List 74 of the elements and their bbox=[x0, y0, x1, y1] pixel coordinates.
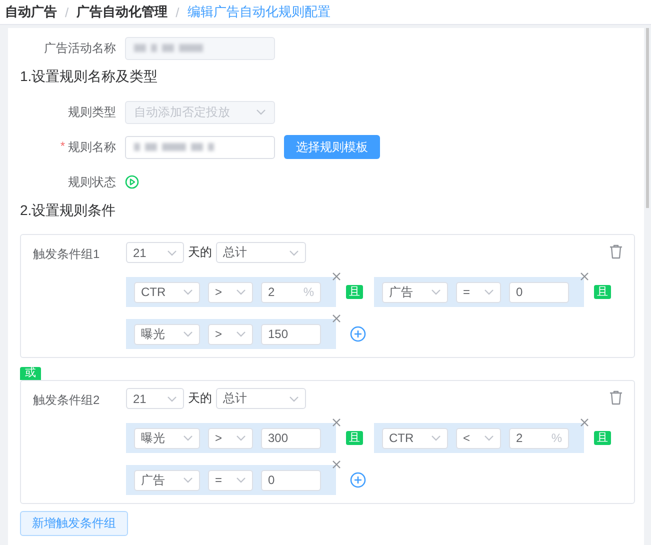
scrollbar-thumb[interactable] bbox=[646, 28, 649, 208]
caret-icon bbox=[236, 331, 246, 337]
add-icon[interactable] bbox=[350, 326, 366, 342]
value-field[interactable]: 2 % bbox=[261, 282, 321, 302]
caret-icon bbox=[431, 435, 441, 441]
close-icon[interactable] bbox=[332, 418, 341, 427]
operator-select[interactable]: > bbox=[208, 324, 253, 344]
value-field[interactable]: 300 bbox=[261, 428, 321, 448]
play-icon[interactable] bbox=[125, 175, 139, 189]
field-label: 规则类型 bbox=[67, 104, 116, 120]
operator-select[interactable]: = bbox=[456, 282, 501, 302]
metric-select[interactable]: 广告 bbox=[134, 470, 200, 490]
value-field[interactable]: 2 % bbox=[509, 428, 569, 448]
section-heading: 2.设置规则条件 bbox=[20, 202, 117, 220]
value-field[interactable]: 0 bbox=[509, 282, 569, 302]
operator-select[interactable]: > bbox=[208, 282, 253, 302]
caret-icon bbox=[256, 109, 266, 115]
period-select[interactable]: 总计 bbox=[216, 388, 306, 409]
campaign-name-field[interactable] bbox=[125, 36, 275, 60]
operator-select[interactable]: = bbox=[208, 470, 253, 490]
close-icon[interactable] bbox=[332, 314, 341, 323]
close-icon[interactable] bbox=[332, 272, 341, 281]
metric-select[interactable]: CTR bbox=[382, 428, 448, 448]
caret-icon bbox=[183, 477, 193, 483]
close-icon[interactable] bbox=[332, 460, 341, 469]
days-suffix: 天的 bbox=[188, 390, 212, 407]
breadcrumb-separator: / bbox=[65, 4, 69, 20]
group-label: 触发条件组2 bbox=[33, 392, 101, 409]
operator-select[interactable]: < bbox=[456, 428, 501, 448]
days-select[interactable]: 21 bbox=[126, 242, 184, 263]
breadcrumb-item[interactable]: 广告自动化管理 bbox=[76, 3, 168, 21]
and-badge: 且 bbox=[594, 285, 611, 299]
caret-icon bbox=[167, 396, 177, 402]
group-label: 触发条件组1 bbox=[33, 246, 101, 263]
trash-icon[interactable] bbox=[609, 390, 623, 405]
breadcrumb-item[interactable]: 自动广告 bbox=[5, 3, 57, 21]
caret-icon bbox=[431, 289, 441, 295]
field-label: 广告活动名称 bbox=[43, 40, 116, 56]
and-badge: 且 bbox=[594, 431, 611, 445]
and-badge: 且 bbox=[346, 431, 363, 445]
close-icon[interactable] bbox=[580, 418, 589, 427]
blurred-text bbox=[134, 44, 203, 52]
metric-select[interactable]: 曝光 bbox=[134, 324, 200, 344]
breadcrumb-separator: / bbox=[176, 4, 180, 20]
caret-icon bbox=[236, 435, 246, 441]
or-badge: 或 bbox=[20, 367, 41, 380]
metric-select[interactable]: 曝光 bbox=[134, 428, 200, 448]
rule-name-field[interactable] bbox=[125, 136, 275, 158]
period-select[interactable]: 总计 bbox=[216, 242, 306, 263]
caret-icon bbox=[236, 477, 246, 483]
close-icon[interactable] bbox=[580, 272, 589, 281]
caret-icon bbox=[236, 289, 246, 295]
caret-icon bbox=[289, 396, 299, 402]
caret-icon bbox=[183, 331, 193, 337]
and-badge: 且 bbox=[346, 285, 363, 299]
caret-icon bbox=[167, 250, 177, 256]
days-select[interactable]: 21 bbox=[126, 388, 184, 409]
value-field[interactable]: 0 bbox=[261, 470, 321, 490]
trash-icon[interactable] bbox=[609, 244, 623, 259]
field-label: 规则状态 bbox=[67, 174, 116, 190]
metric-select[interactable]: 广告 bbox=[382, 282, 448, 302]
required-mark: * bbox=[60, 138, 65, 154]
caret-icon bbox=[484, 435, 494, 441]
section-heading: 1.设置规则名称及类型 bbox=[20, 68, 159, 86]
caret-icon bbox=[289, 250, 299, 256]
value-field[interactable]: 150 bbox=[261, 324, 321, 344]
operator-select[interactable]: > bbox=[208, 428, 253, 448]
caret-icon bbox=[183, 435, 193, 441]
add-icon[interactable] bbox=[350, 472, 366, 488]
metric-select[interactable]: CTR bbox=[134, 282, 200, 302]
caret-icon bbox=[484, 289, 494, 295]
caret-icon bbox=[183, 289, 193, 295]
days-suffix: 天的 bbox=[188, 244, 212, 261]
field-label: 规则名称 bbox=[68, 138, 116, 156]
